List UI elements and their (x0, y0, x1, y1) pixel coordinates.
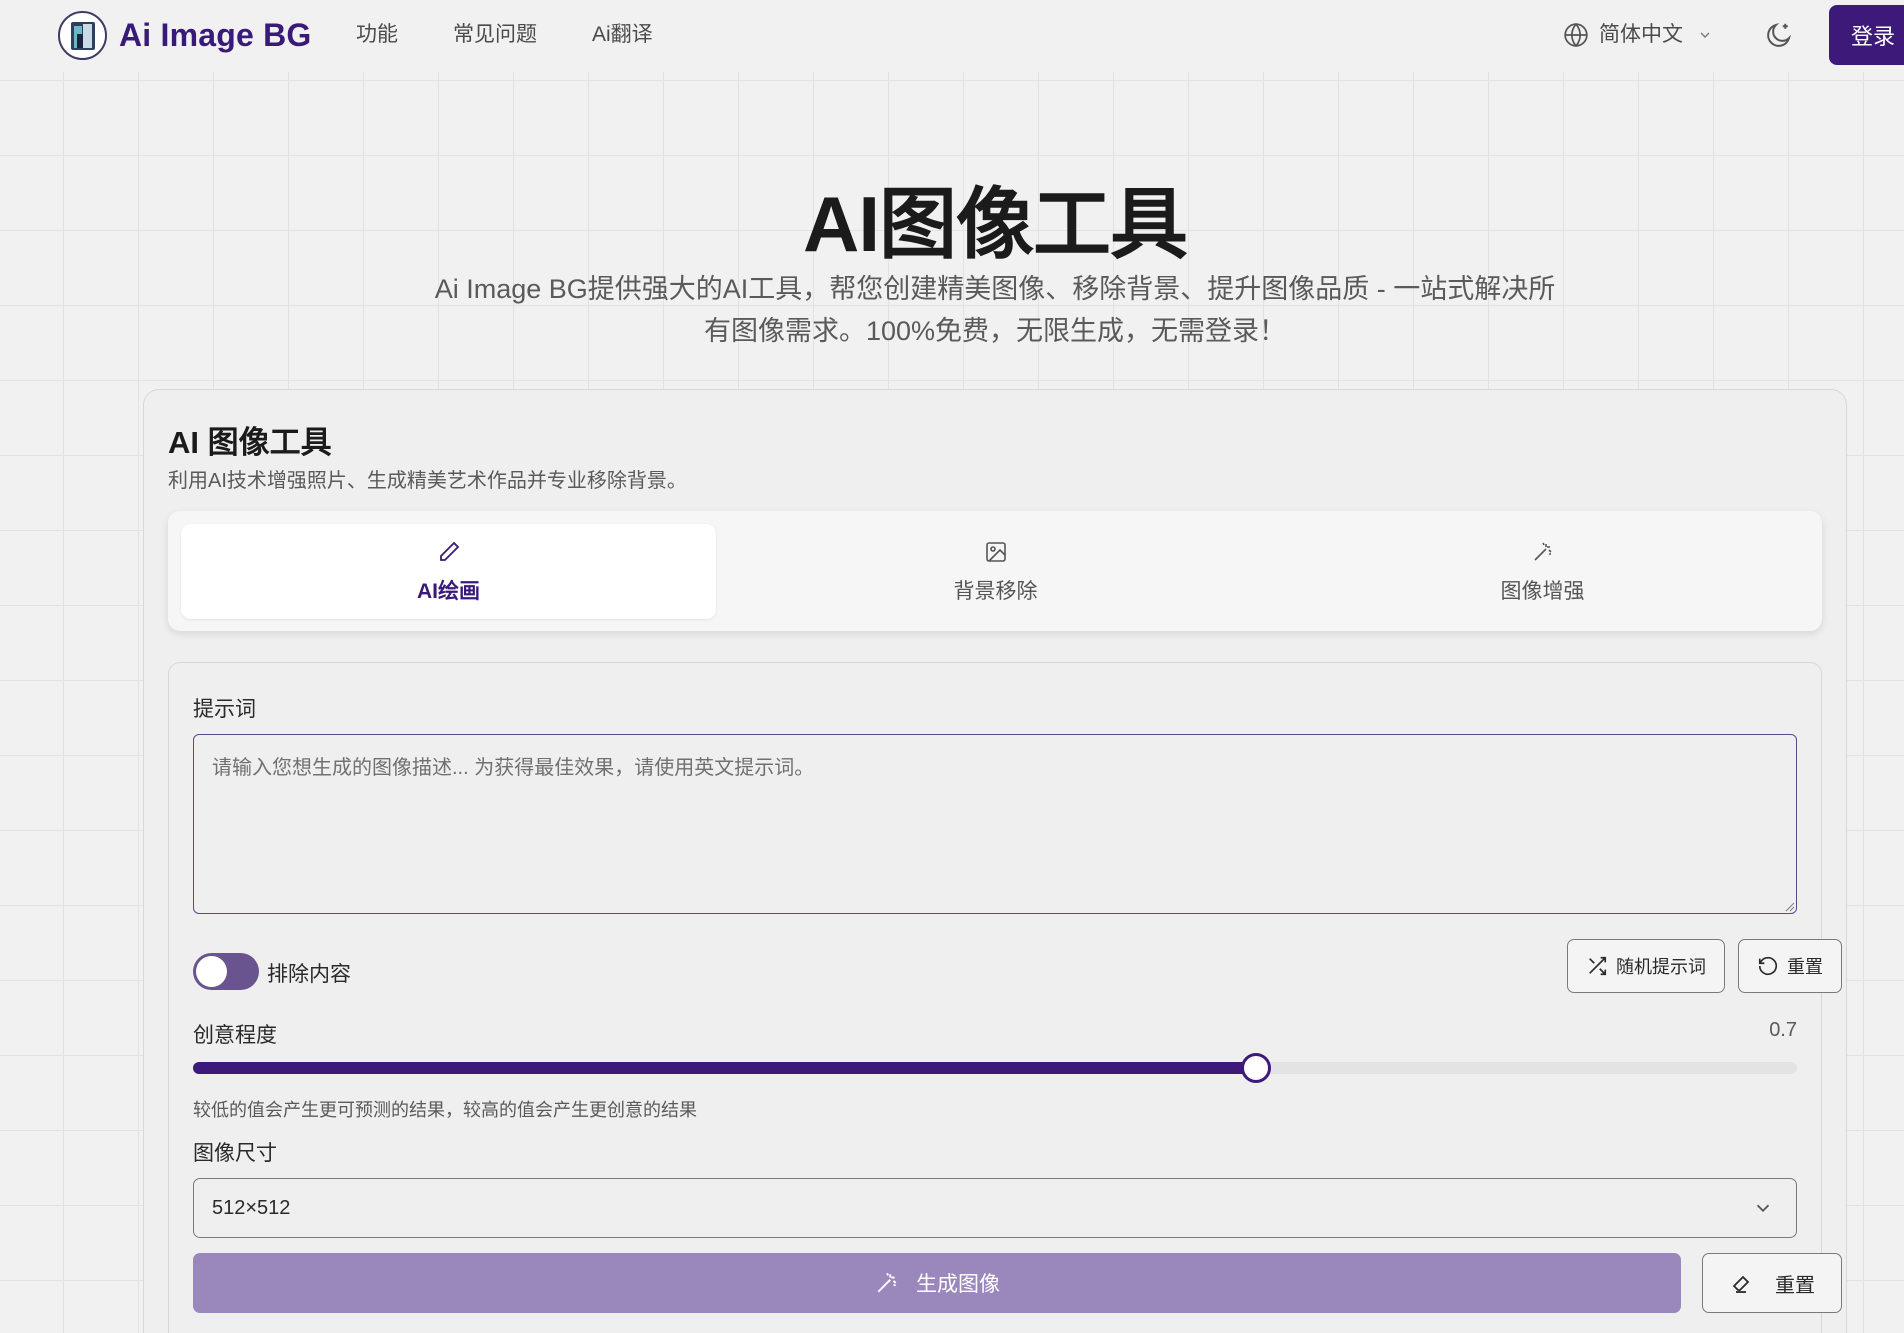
reset-prompt-button[interactable]: 重置 (1738, 939, 1842, 993)
clear-label: 重置 (1775, 1274, 1815, 1297)
login-button[interactable]: 登录 (1829, 5, 1904, 65)
chevron-down-icon (1697, 27, 1713, 43)
generate-label: 生成图像 (916, 1273, 1000, 1296)
tab-label: 图像增强 (1500, 579, 1585, 603)
resize-handle-icon[interactable] (1783, 900, 1795, 912)
top-navigation: Ai Image BG 功能 常见问题 Ai翻译 简体中文 登录 (0, 0, 1904, 72)
toggle-knob (196, 956, 227, 987)
eraser-icon (1729, 1271, 1753, 1295)
theme-toggle-button[interactable] (1762, 18, 1796, 52)
nav-link-faq[interactable]: 常见问题 (453, 18, 537, 52)
image-size-select[interactable]: 512×512 (193, 1178, 1797, 1238)
logo (58, 11, 107, 60)
pencil-icon (437, 539, 461, 565)
creativity-label: 创意程度 (193, 1024, 277, 1047)
chevron-down-icon (1752, 1197, 1774, 1219)
tool-card: AI 图像工具 利用AI技术增强照片、生成精美艺术作品并专业移除背景。 AI绘画… (143, 389, 1847, 1333)
generate-image-button[interactable]: 生成图像 (193, 1253, 1681, 1313)
tab-label: AI绘画 (417, 579, 480, 603)
nav-link-ai-translate[interactable]: Ai翻译 (592, 18, 653, 52)
ai-painting-panel: 提示词 排除内容 随机提示词 重置 创意程 (168, 662, 1842, 1333)
random-prompt-label: 随机提示词 (1616, 957, 1706, 977)
card-description: 利用AI技术增强照片、生成精美艺术作品并专业移除背景。 (168, 470, 687, 492)
creativity-slider[interactable] (193, 1053, 1797, 1083)
shuffle-icon (1586, 955, 1608, 977)
tool-tabs: AI绘画 背景移除 图像增强 (168, 511, 1822, 631)
random-prompt-button[interactable]: 随机提示词 (1567, 939, 1725, 993)
rotate-ccw-icon (1757, 955, 1779, 977)
moon-icon (1767, 22, 1792, 47)
globe-icon (1563, 22, 1589, 48)
tab-ai-painting[interactable]: AI绘画 (181, 524, 716, 619)
image-icon (984, 539, 1008, 565)
prompt-label: 提示词 (193, 698, 256, 721)
exclude-content-toggle[interactable] (193, 953, 259, 990)
language-label: 简体中文 (1599, 23, 1683, 46)
tab-image-enhance[interactable]: 图像增强 (1275, 524, 1810, 619)
image-size-value: 512×512 (212, 1196, 291, 1219)
slider-fill (193, 1062, 1257, 1074)
creativity-hint: 较低的值会产生更可预测的结果，较高的值会产生更创意的结果 (193, 1100, 697, 1120)
magic-wand-icon (1531, 539, 1555, 565)
image-size-label: 图像尺寸 (193, 1142, 277, 1165)
magic-wand-icon (874, 1270, 900, 1296)
logo-image (70, 21, 95, 50)
clear-button[interactable]: 重置 (1702, 1253, 1842, 1313)
card-title: AI 图像工具 (168, 425, 332, 460)
page-subtitle: Ai Image BG提供强大的AI工具，帮您创建精美图像、移除背景、提升图像品… (434, 274, 1556, 346)
tab-background-removal[interactable]: 背景移除 (728, 524, 1263, 619)
creativity-value: 0.7 (1769, 1019, 1797, 1041)
brand-name: Ai Image BG (119, 17, 312, 53)
main-nav: 功能 常见问题 Ai翻译 (356, 18, 708, 52)
tab-label: 背景移除 (953, 579, 1038, 603)
page-title: AI图像工具 (802, 180, 1188, 268)
prompt-input[interactable] (193, 734, 1797, 914)
language-selector[interactable]: 简体中文 (1563, 18, 1713, 52)
exclude-content-label[interactable]: 排除内容 (267, 958, 351, 988)
nav-link-features[interactable]: 功能 (356, 18, 398, 52)
slider-thumb[interactable] (1241, 1053, 1272, 1083)
brand[interactable]: Ai Image BG (58, 11, 311, 60)
reset-label: 重置 (1787, 957, 1823, 977)
